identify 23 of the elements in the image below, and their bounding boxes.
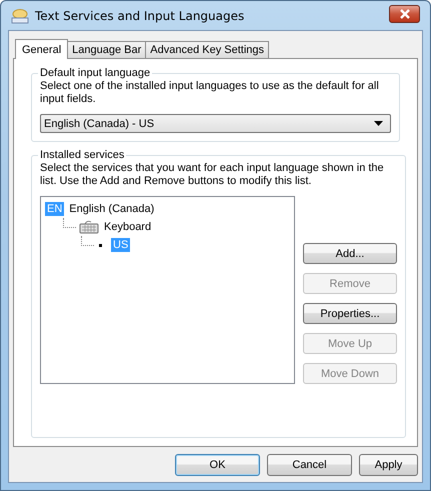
- dialog-button[interactable]: Apply: [359, 454, 418, 476]
- app-icon: [11, 8, 29, 24]
- window-title: Text Services and Input Languages: [35, 8, 246, 22]
- close-icon: [398, 8, 410, 18]
- tree-item[interactable]: Keyboard: [102, 220, 154, 234]
- side-button[interactable]: Add...: [303, 243, 397, 264]
- tab[interactable]: Advanced Key Settings: [145, 41, 270, 58]
- group-heading: Installed services: [39, 149, 126, 161]
- dialog-button[interactable]: Cancel: [267, 454, 352, 476]
- dialog-button[interactable]: OK: [175, 454, 260, 476]
- side-button[interactable]: Properties...: [303, 303, 397, 324]
- description-text: Select the services that you want for each input language shown in the list. Use the Add and Remove buttons to modify this list.: [40, 162, 385, 188]
- tab[interactable]: General: [15, 39, 68, 59]
- description-text: Select one of the installed input languages to use as the default for all input fields.: [40, 80, 380, 106]
- tree-item[interactable]: English (Canada): [67, 202, 156, 216]
- dropdown-arrow-icon: [374, 121, 383, 126]
- keyboard-icon: [79, 220, 99, 234]
- language-dropdown[interactable]: English (Canada) - US: [40, 114, 391, 133]
- close-button[interactable]: [389, 4, 420, 22]
- language-badge: EN: [45, 202, 64, 216]
- bullet-icon: [99, 244, 102, 246]
- tab[interactable]: Language Bar: [67, 41, 146, 58]
- group-heading: Default input language: [39, 67, 152, 79]
